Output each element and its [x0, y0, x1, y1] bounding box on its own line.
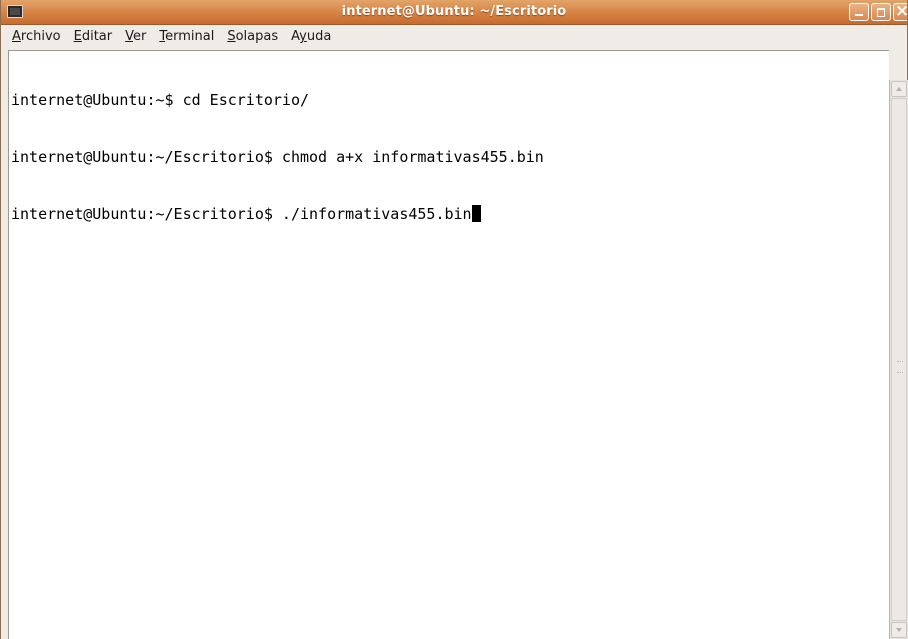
grip-icon — [897, 361, 903, 373]
close-icon[interactable] — [893, 1, 908, 21]
menu-solapas-mnemonic: S — [227, 29, 236, 44]
menu-editar-mnemonic: E — [73, 29, 82, 44]
menu-ver-label: er — [133, 29, 147, 44]
menu-ver[interactable]: Ver — [120, 26, 151, 48]
scroll-up-icon[interactable] — [891, 81, 907, 97]
minimize-icon[interactable] — [849, 3, 869, 21]
terminal-window: internet@Ubuntu: ~/Escritorio Archivo Ed… — [0, 0, 908, 639]
menu-editar-label: ditar — [81, 29, 113, 44]
menu-archivo-mnemonic: A — [12, 29, 21, 44]
scroll-thumb[interactable] — [891, 98, 907, 621]
scroll-down-icon[interactable] — [891, 622, 907, 638]
terminal-line: internet@Ubuntu:~/Escritorio$ chmod a+x … — [11, 148, 544, 166]
terminal-output[interactable]: internet@Ubuntu:~$ cd Escritorio/ intern… — [11, 53, 544, 262]
menu-ayuda-label: uda — [306, 29, 332, 44]
terminal-line: internet@Ubuntu:~$ cd Escritorio/ — [11, 91, 310, 109]
menu-bar: Archivo Editar Ver Terminal Solapas Ayud… — [1, 25, 907, 49]
window-controls — [849, 1, 908, 22]
menu-solapas[interactable]: Solapas — [222, 26, 283, 48]
menu-solapas-label: olapas — [235, 29, 279, 44]
text-cursor — [471, 205, 481, 222]
terminal-screen[interactable]: internet@Ubuntu:~$ cd Escritorio/ intern… — [8, 50, 889, 639]
menu-ayuda-mnemonic: y — [299, 29, 307, 44]
vertical-scrollbar[interactable] — [889, 80, 908, 639]
menu-editar[interactable]: Editar — [69, 26, 118, 48]
menu-ayuda[interactable]: Ayuda — [286, 26, 336, 48]
terminal-line-current: internet@Ubuntu:~/Escritorio$ ./informat… — [11, 205, 544, 224]
window-title: internet@Ubuntu: ~/Escritorio — [341, 4, 567, 19]
menu-archivo[interactable]: Archivo — [7, 26, 66, 48]
menu-ayuda-prefix: A — [291, 29, 300, 44]
menu-terminal-label: erminal — [165, 29, 215, 44]
menu-archivo-label: rchivo — [20, 29, 61, 44]
menu-ver-mnemonic: V — [125, 29, 134, 44]
menu-terminal[interactable]: Terminal — [154, 26, 219, 48]
terminal-command: internet@Ubuntu:~/Escritorio$ ./informat… — [11, 205, 472, 223]
title-bar[interactable]: internet@Ubuntu: ~/Escritorio — [1, 0, 908, 25]
maximize-icon[interactable] — [871, 3, 891, 21]
